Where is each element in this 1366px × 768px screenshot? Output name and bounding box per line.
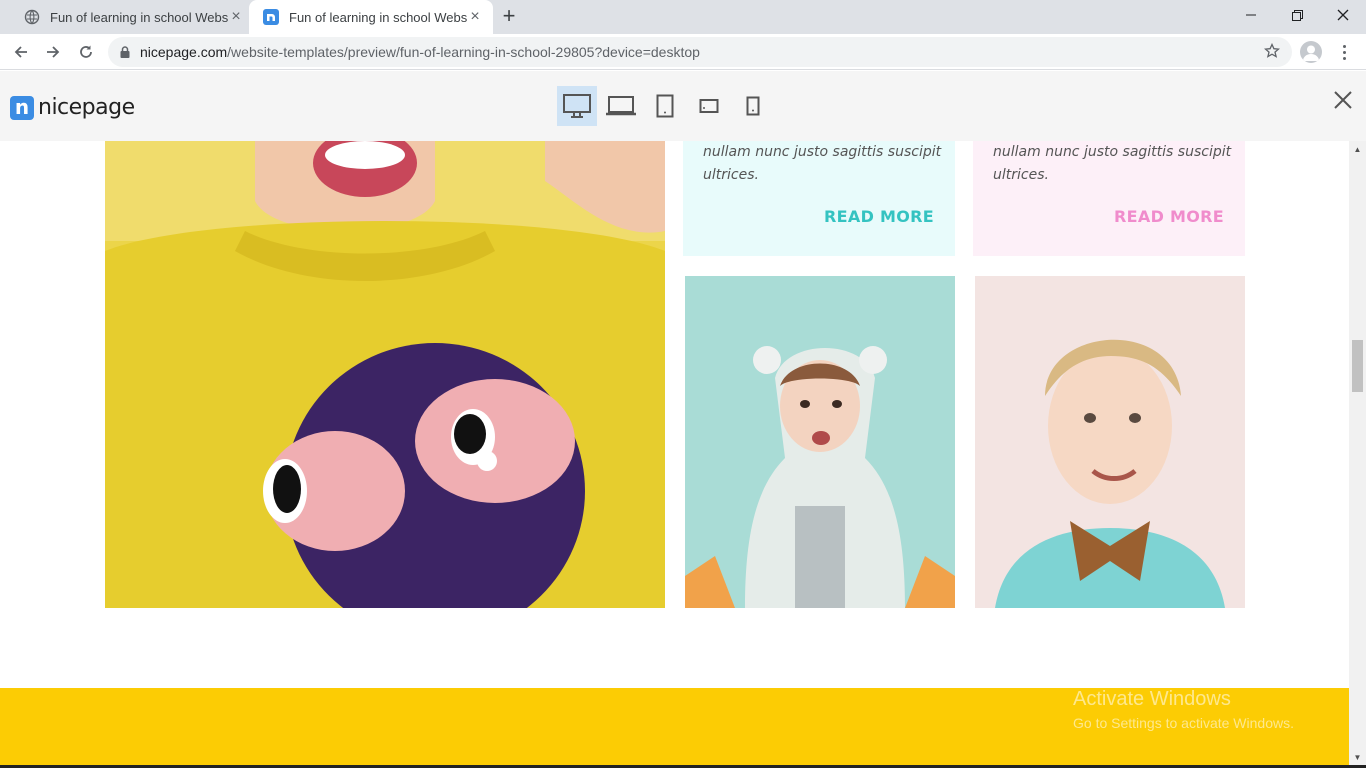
logo-text: nicepage [38, 95, 135, 120]
url-path: /website-templates/preview/fun-of-learni… [227, 44, 700, 60]
new-tab-button[interactable]: + [498, 5, 520, 28]
tab-strip: Fun of learning in school Website × Fun … [0, 0, 1366, 34]
browser-toolbar: nicepage.com/website-templates/preview/f… [0, 34, 1366, 70]
reload-icon [80, 45, 92, 58]
scrollbar-thumb[interactable] [1352, 340, 1363, 392]
arrow-left-icon [14, 46, 27, 58]
girl-raincoat-photo [685, 276, 955, 608]
lock-icon [120, 46, 130, 58]
device-phone-button[interactable] [733, 86, 773, 126]
desktop-icon [563, 94, 591, 118]
page-content: nullam nunc justo sagittis suscipit ultr… [0, 141, 1349, 768]
card-text: nullam nunc justo sagittis suscipit ultr… [703, 144, 942, 183]
feature-card-2: nullam nunc justo sagittis suscipit ultr… [973, 141, 1245, 256]
close-tab-icon[interactable]: × [467, 9, 483, 25]
tab-active[interactable]: Fun of learning in school Website × [249, 0, 493, 34]
close-preview-icon[interactable] [1331, 88, 1355, 112]
reload-button[interactable] [73, 39, 99, 65]
url-host: nicepage.com [140, 44, 228, 60]
device-tablet-landscape-button[interactable] [689, 86, 729, 126]
forward-button[interactable] [40, 39, 66, 65]
tablet-portrait-icon [656, 94, 674, 118]
watermark-line2: Go to Settings to activate Windows. [1073, 715, 1294, 731]
preview-toolbar: n nicepage [0, 71, 1366, 141]
laptop-icon [606, 96, 636, 116]
minimize-button[interactable] [1228, 0, 1274, 30]
nicepage-logo-icon: n [10, 95, 34, 120]
tab-title: Fun of learning in school Website [50, 9, 228, 25]
browser-menu-icon[interactable] [1336, 40, 1352, 64]
read-more-link[interactable]: READ MORE [824, 207, 934, 226]
tab-title: Fun of learning in school Website [289, 9, 467, 25]
restore-button[interactable] [1274, 0, 1320, 30]
window-close-button[interactable] [1320, 0, 1366, 30]
tablet-landscape-icon [699, 99, 719, 113]
boy-blue-shirt-photo [975, 276, 1245, 608]
arrow-right-icon [47, 46, 60, 58]
watermark-line1: Activate Windows [1073, 688, 1231, 710]
child-yellow-sweater-photo [105, 141, 665, 608]
close-tab-icon[interactable]: × [228, 9, 244, 25]
nicepage-logo[interactable]: n nicepage [10, 95, 135, 120]
device-desktop-button[interactable] [557, 86, 597, 126]
read-more-link[interactable]: READ MORE [1114, 207, 1224, 226]
tab-inactive[interactable]: Fun of learning in school Website × [10, 0, 254, 34]
feature-card-1: nullam nunc justo sagittis suscipit ultr… [683, 141, 955, 256]
phone-icon [746, 96, 760, 116]
address-bar[interactable]: nicepage.com/website-templates/preview/f… [108, 37, 1292, 67]
card-text: nullam nunc justo sagittis suscipit ultr… [993, 144, 1232, 183]
back-button[interactable] [8, 39, 34, 65]
nicepage-favicon-icon [263, 9, 279, 25]
profile-avatar[interactable] [1300, 41, 1322, 63]
device-tablet-portrait-button[interactable] [645, 86, 685, 126]
globe-icon [24, 9, 40, 25]
scroll-down-arrow-icon[interactable]: ▼ [1353, 753, 1362, 762]
bookmark-star-icon[interactable] [1263, 42, 1281, 62]
device-laptop-button[interactable] [601, 86, 641, 126]
page-scrollbar[interactable]: ▲ ▼ [1349, 141, 1366, 768]
windows-activation-watermark: Activate Windows Go to Settings to activ… [1073, 688, 1294, 731]
scroll-up-arrow-icon[interactable]: ▲ [1353, 145, 1362, 154]
